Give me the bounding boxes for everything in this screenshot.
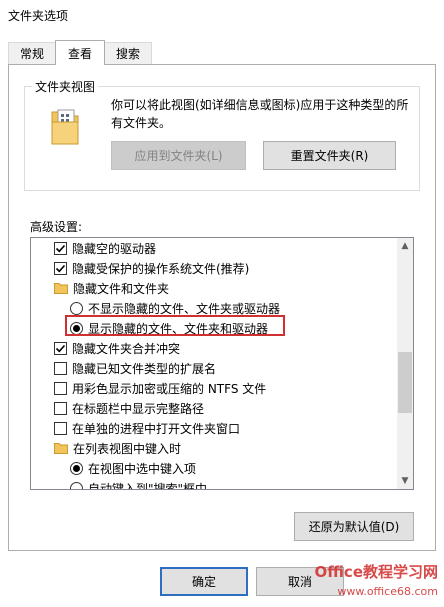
scroll-up-icon[interactable]: ▲ — [397, 238, 413, 254]
advanced-item-label: 在单独的进程中打开文件夹窗口 — [72, 421, 241, 436]
checkbox-icon[interactable] — [54, 381, 67, 395]
checkbox-checked-icon[interactable] — [54, 241, 67, 255]
advanced-item-label: 不显示隐藏的文件、文件夹或驱动器 — [88, 301, 281, 316]
advanced-item-12[interactable]: 在视图中选中键入项 — [31, 458, 399, 478]
scroll-thumb[interactable] — [398, 352, 412, 413]
advanced-item-label: 隐藏受保护的操作系统文件(推荐) — [72, 261, 250, 276]
advanced-item-7[interactable]: 隐藏已知文件类型的扩展名 — [31, 358, 399, 378]
folder-views-label: 文件夹视图 — [32, 78, 99, 95]
advanced-item-1[interactable]: 隐藏空的驱动器 — [31, 238, 399, 258]
advanced-item-label: 在视图中选中键入项 — [88, 461, 197, 476]
advanced-item-label: 自动键入到"搜索"框中 — [88, 481, 208, 490]
folder-views-description: 你可以将此视图(如详细信息或图标)应用于这种类型的所有文件夹。 — [111, 98, 409, 130]
restore-defaults-button[interactable]: 还原为默认值(D) — [294, 512, 414, 541]
checkbox-icon[interactable] — [54, 421, 67, 435]
advanced-item-3: 隐藏文件和文件夹 — [31, 278, 399, 298]
tab-general[interactable]: 常规 — [8, 42, 56, 64]
advanced-item-11: 在列表视图中键入时 — [31, 438, 399, 458]
advanced-item-label: 用彩色显示加密或压缩的 NTFS 文件 — [72, 381, 267, 396]
apply-to-folders-button[interactable]: 应用到文件夹(L) — [111, 141, 246, 170]
advanced-item-label: 隐藏空的驱动器 — [72, 241, 157, 256]
checkbox-icon[interactable] — [54, 361, 67, 375]
cancel-button[interactable]: 取消 — [256, 567, 344, 596]
reset-folders-button[interactable]: 重置文件夹(R) — [263, 141, 396, 170]
folder-options-dialog: 文件夹选项 常规 查看 搜索 文件夹视图 你可以将此视图(如详细信息或图标)应用… — [0, 0, 444, 607]
highlight-box — [65, 315, 285, 336]
advanced-settings-label: 高级设置: — [30, 220, 83, 234]
checkbox-checked-icon[interactable] — [54, 341, 67, 355]
radio-selected-icon[interactable] — [70, 461, 83, 475]
advanced-item-label: 隐藏文件夹合并冲突 — [72, 341, 181, 356]
window-title: 文件夹选项 — [8, 8, 69, 23]
scroll-down-icon[interactable]: ▼ — [397, 473, 413, 489]
vertical-scrollbar[interactable]: ▲ ▼ — [397, 238, 413, 489]
advanced-item-2[interactable]: 隐藏受保护的操作系统文件(推荐) — [31, 258, 399, 278]
folder-icon — [54, 283, 68, 294]
advanced-item-label: 隐藏文件和文件夹 — [73, 281, 170, 296]
advanced-item-10[interactable]: 在单独的进程中打开文件夹窗口 — [31, 418, 399, 438]
watermark-line2: www.office68.com — [337, 585, 438, 598]
folder-icon — [54, 443, 68, 454]
advanced-item-6[interactable]: 隐藏文件夹合并冲突 — [31, 338, 399, 358]
radio-icon[interactable] — [70, 301, 83, 315]
tab-search[interactable]: 搜索 — [104, 42, 152, 64]
advanced-item-8[interactable]: 用彩色显示加密或压缩的 NTFS 文件 — [31, 378, 399, 398]
advanced-item-label: 隐藏已知文件类型的扩展名 — [72, 361, 217, 376]
folder-view-icon — [51, 109, 79, 145]
tab-view[interactable]: 查看 — [55, 40, 105, 65]
advanced-item-label: 在标题栏中显示完整路径 — [72, 401, 205, 416]
advanced-item-label: 在列表视图中键入时 — [73, 441, 182, 456]
ok-button[interactable]: 确定 — [160, 567, 248, 596]
checkbox-checked-icon[interactable] — [54, 261, 67, 275]
advanced-settings-list[interactable]: 自动键入到"搜索"框中 在视图中选中键入项 在列表视图中键入时 在单独的进程中打开文件… — [30, 237, 414, 490]
radio-icon[interactable] — [70, 481, 83, 489]
advanced-item-13[interactable]: 自动键入到"搜索"框中 — [31, 478, 399, 490]
checkbox-icon[interactable] — [54, 401, 67, 415]
title-bar[interactable]: 文件夹选项 — [0, 0, 444, 30]
advanced-item-9[interactable]: 在标题栏中显示完整路径 — [31, 398, 399, 418]
